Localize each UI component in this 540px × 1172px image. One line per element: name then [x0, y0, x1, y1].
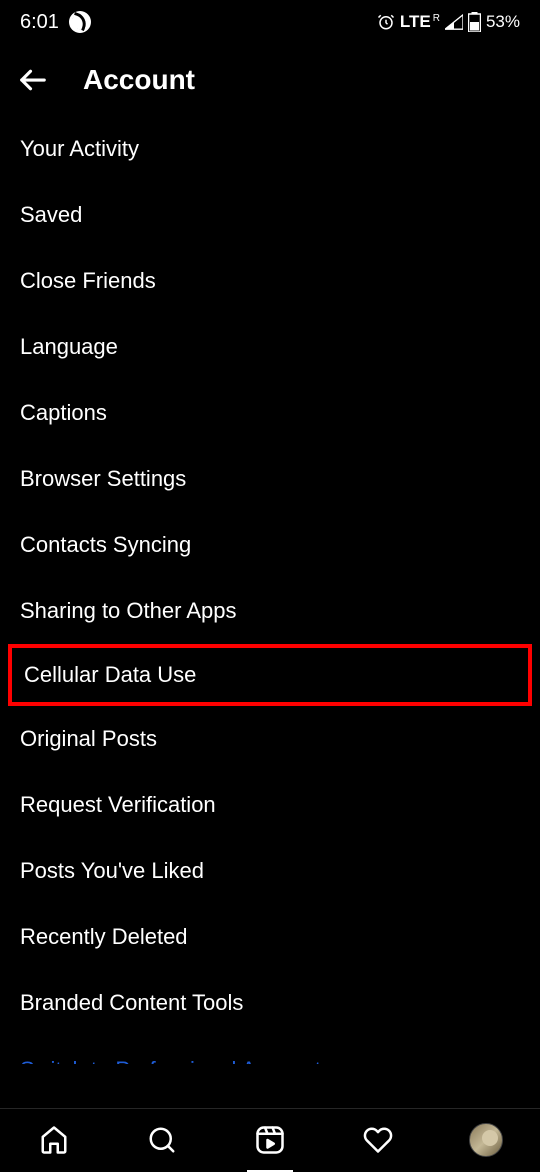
menu-item-posts-liked[interactable]: Posts You've Liked: [0, 838, 540, 904]
menu-item-request-verification[interactable]: Request Verification: [0, 772, 540, 838]
menu-item-your-activity[interactable]: Your Activity: [0, 116, 540, 182]
nav-profile[interactable]: [468, 1122, 504, 1158]
bottom-nav: [0, 1108, 540, 1170]
nav-activity[interactable]: [360, 1122, 396, 1158]
carrier-icon: [69, 11, 91, 33]
menu-item-original-posts[interactable]: Original Posts: [0, 706, 540, 772]
status-time: 6:01: [20, 11, 59, 34]
alarm-icon: [377, 13, 395, 31]
link-switch-professional[interactable]: Switch to Professional Account: [0, 1036, 540, 1064]
menu-item-language[interactable]: Language: [0, 314, 540, 380]
avatar: [469, 1123, 503, 1157]
network-super: R: [433, 13, 440, 24]
menu-item-recently-deleted[interactable]: Recently Deleted: [0, 904, 540, 970]
status-bar: 6:01 LTE R 53%: [0, 0, 540, 44]
nav-search[interactable]: [144, 1122, 180, 1158]
status-left: 6:01: [20, 11, 91, 34]
status-right: LTE R 53%: [377, 12, 520, 32]
menu-item-captions[interactable]: Captions: [0, 380, 540, 446]
battery-icon: [468, 12, 481, 32]
menu-item-branded-content-tools[interactable]: Branded Content Tools: [0, 970, 540, 1036]
nav-reels[interactable]: [252, 1122, 288, 1158]
menu-item-cellular-data-use[interactable]: Cellular Data Use: [8, 644, 532, 706]
back-button[interactable]: [18, 65, 48, 95]
menu-list: Your Activity Saved Close Friends Langua…: [0, 116, 540, 1064]
battery-percentage: 53%: [486, 12, 520, 32]
menu-item-browser-settings[interactable]: Browser Settings: [0, 446, 540, 512]
menu-item-close-friends[interactable]: Close Friends: [0, 248, 540, 314]
page-title: Account: [83, 64, 195, 96]
nav-home[interactable]: [36, 1122, 72, 1158]
signal-icon: [445, 14, 463, 30]
menu-item-contacts-syncing[interactable]: Contacts Syncing: [0, 512, 540, 578]
menu-item-saved[interactable]: Saved: [0, 182, 540, 248]
header: Account: [0, 44, 540, 116]
network-type: LTE: [400, 12, 431, 32]
menu-item-sharing-other-apps[interactable]: Sharing to Other Apps: [0, 578, 540, 644]
